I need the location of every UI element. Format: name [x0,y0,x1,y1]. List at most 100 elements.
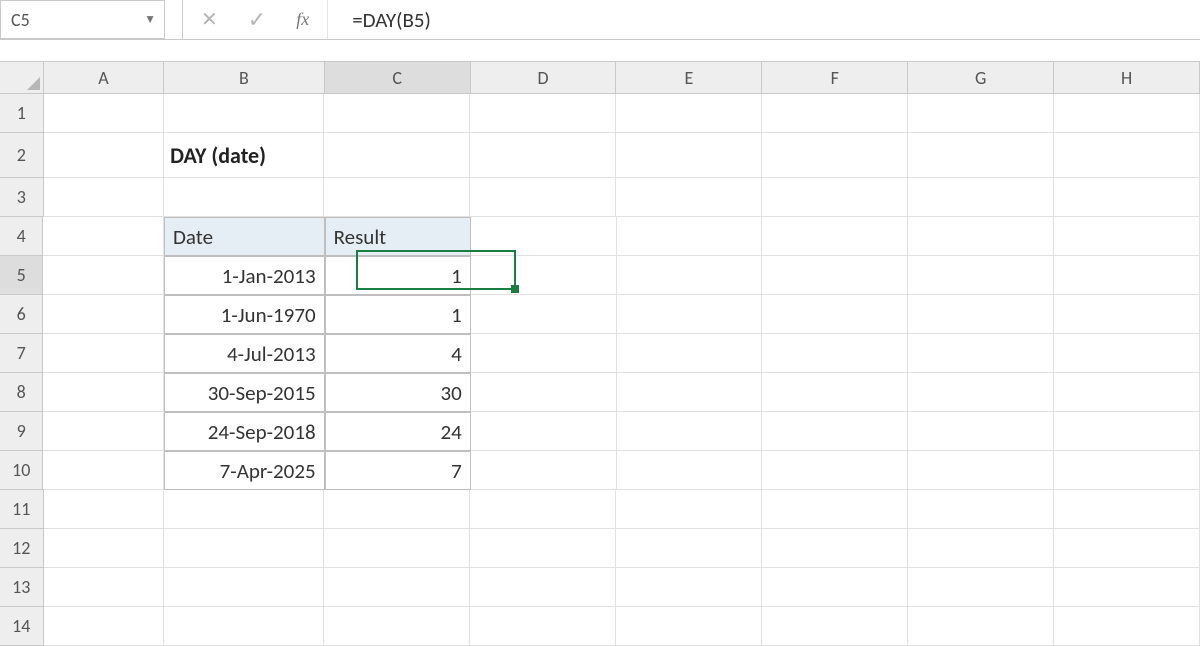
cell-A4[interactable] [43,217,164,256]
cell-G4[interactable] [908,217,1054,256]
name-box[interactable]: C5 ▼ [0,0,165,39]
cell-C2[interactable] [324,133,470,178]
fill-handle[interactable] [511,285,519,293]
cell-G13[interactable] [908,568,1054,607]
cell-D4[interactable] [471,217,617,256]
cell-F7[interactable] [762,334,908,373]
cell-E9[interactable] [617,412,763,451]
col-header-H[interactable]: H [1054,62,1200,94]
cell-C13[interactable] [324,568,470,607]
row-header-5[interactable]: 5 [0,256,43,295]
cell-H3[interactable] [1054,178,1200,217]
row-header-11[interactable]: 11 [0,490,44,529]
row-header-6[interactable]: 6 [0,295,43,334]
cell-D13[interactable] [470,568,616,607]
cell-A9[interactable] [43,412,164,451]
cell-B8[interactable]: 30-Sep-2015 [164,373,325,412]
cell-B5[interactable]: 1-Jan-2013 [164,256,325,295]
cell-F11[interactable] [762,490,908,529]
cell-H12[interactable] [1054,529,1200,568]
cell-G11[interactable] [908,490,1054,529]
cell-E6[interactable] [617,295,763,334]
cell-G3[interactable] [908,178,1054,217]
row-header-9[interactable]: 9 [0,412,43,451]
cell-G7[interactable] [908,334,1054,373]
cell-H11[interactable] [1054,490,1200,529]
row-header-7[interactable]: 7 [0,334,43,373]
cell-C5[interactable]: 1 [325,256,471,295]
cell-G8[interactable] [908,373,1054,412]
cell-E3[interactable] [616,178,762,217]
cell-H2[interactable] [1054,133,1200,178]
cell-F6[interactable] [762,295,908,334]
cancel-icon[interactable]: ✕ [201,7,218,32]
cell-D6[interactable] [471,295,617,334]
cell-H7[interactable] [1054,334,1200,373]
cell-C1[interactable] [324,94,470,133]
cell-F2[interactable] [762,133,908,178]
cell-C11[interactable] [324,490,470,529]
cell-A12[interactable] [44,529,165,568]
cell-A8[interactable] [43,373,164,412]
select-all-corner[interactable] [0,62,44,94]
cell-C10[interactable]: 7 [325,451,471,490]
cell-B4[interactable]: Date [164,217,325,256]
cell-E7[interactable] [617,334,763,373]
cell-G10[interactable] [908,451,1054,490]
row-header-4[interactable]: 4 [0,217,43,256]
cell-G14[interactable] [908,607,1054,646]
cell-E14[interactable] [616,607,762,646]
cell-A5[interactable] [43,256,164,295]
cell-F1[interactable] [762,94,908,133]
cell-E8[interactable] [617,373,763,412]
col-header-G[interactable]: G [908,62,1054,94]
cell-G12[interactable] [908,529,1054,568]
cell-D2[interactable] [470,133,616,178]
formula-input[interactable]: =DAY(B5) [328,0,1200,39]
cell-D5[interactable] [471,256,617,295]
cell-A1[interactable] [44,94,165,133]
cell-G2[interactable] [908,133,1054,178]
cell-C6[interactable]: 1 [325,295,471,334]
cell-B2[interactable]: DAY (date) [164,133,324,178]
cell-G9[interactable] [908,412,1054,451]
cell-E4[interactable] [617,217,763,256]
col-header-A[interactable]: A [44,62,164,94]
cell-E11[interactable] [616,490,762,529]
row-header-3[interactable]: 3 [0,178,44,217]
cell-A3[interactable] [44,178,165,217]
cell-F14[interactable] [762,607,908,646]
cell-H13[interactable] [1054,568,1200,607]
row-header-12[interactable]: 12 [0,529,44,568]
cell-D10[interactable] [471,451,617,490]
cell-F3[interactable] [762,178,908,217]
cell-E2[interactable] [616,133,762,178]
cell-B12[interactable] [164,529,324,568]
cell-G5[interactable] [908,256,1054,295]
cell-H14[interactable] [1054,607,1200,646]
row-header-8[interactable]: 8 [0,373,43,412]
cell-H10[interactable] [1054,451,1200,490]
cell-D8[interactable] [471,373,617,412]
cell-F13[interactable] [762,568,908,607]
cell-D7[interactable] [471,334,617,373]
cell-A6[interactable] [43,295,164,334]
col-header-B[interactable]: B [164,62,324,94]
cell-D3[interactable] [470,178,616,217]
cell-F8[interactable] [762,373,908,412]
cell-G1[interactable] [908,94,1054,133]
cell-C4[interactable]: Result [325,217,471,256]
col-header-E[interactable]: E [616,62,762,94]
cell-H9[interactable] [1054,412,1200,451]
cell-E1[interactable] [616,94,762,133]
row-header-2[interactable]: 2 [0,133,44,178]
cell-B13[interactable] [164,568,324,607]
cell-D9[interactable] [471,412,617,451]
cell-F9[interactable] [762,412,908,451]
cell-E10[interactable] [617,451,763,490]
row-header-1[interactable]: 1 [0,94,44,133]
cell-B9[interactable]: 24-Sep-2018 [164,412,325,451]
cell-A14[interactable] [44,607,165,646]
cell-D12[interactable] [470,529,616,568]
cell-C9[interactable]: 24 [325,412,471,451]
